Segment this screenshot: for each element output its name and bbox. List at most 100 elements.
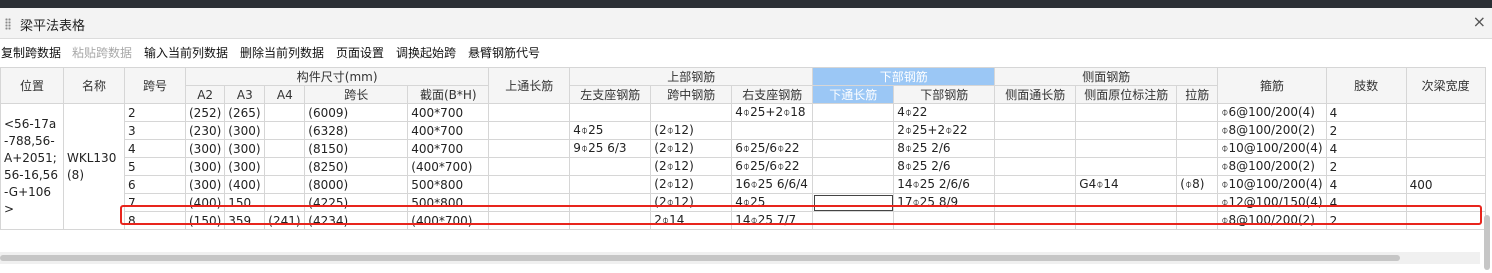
cell-secondary-width[interactable]	[1405, 103, 1486, 122]
cell-left-support[interactable]: 4⌽25	[569, 121, 652, 140]
cell-left-support[interactable]	[569, 193, 652, 212]
vertical-scroll-thumb[interactable]	[1484, 215, 1490, 270]
header-side-rebar[interactable]: 侧面钢筋	[994, 67, 1219, 86]
cell-secondary-width[interactable]	[1405, 139, 1486, 158]
cell-secondary-width[interactable]	[1405, 157, 1486, 176]
cell-a4[interactable]	[264, 139, 306, 158]
cell-a2[interactable]: (300)	[184, 175, 226, 194]
cell-top-through[interactable]	[488, 157, 571, 176]
header-a2[interactable]: A2	[184, 85, 226, 104]
cell-section[interactable]: 400*700	[407, 121, 490, 140]
cell-side-original[interactable]	[1075, 193, 1178, 212]
cell-span-length[interactable]: (8250)	[304, 157, 409, 176]
paste-span-data-button[interactable]: 粘贴跨数据	[72, 44, 132, 61]
cell-legs[interactable]: 4	[1325, 139, 1407, 158]
cell-span-length[interactable]: (6009)	[304, 103, 409, 122]
cell-right-support[interactable]: 6⌽25/6⌽22	[731, 157, 814, 176]
header-mid-span[interactable]: 跨中钢筋	[650, 85, 733, 104]
cell-mid-span[interactable]: (2⌽12)	[650, 175, 733, 194]
cell-legs[interactable]: 4	[1325, 175, 1407, 194]
cell-a3[interactable]: (400)	[224, 175, 266, 194]
swap-start-span-button[interactable]: 调换起始跨	[396, 44, 456, 61]
cell-a2[interactable]: (300)	[184, 139, 226, 158]
cell-position[interactable]: <56-17a-788,56-A+2051;56-16,56-G+106>	[0, 103, 64, 230]
cell-a4[interactable]	[264, 193, 306, 212]
cell-bottom-rebar[interactable]: 2⌽25+2⌽22	[893, 121, 996, 140]
cell-bottom-through-active[interactable]	[812, 193, 895, 212]
header-legs[interactable]: 肢数	[1325, 67, 1407, 104]
cell-top-through[interactable]	[488, 211, 571, 230]
header-side-original[interactable]: 侧面原位标注筋	[1075, 85, 1178, 104]
input-current-column-button[interactable]: 输入当前列数据	[144, 44, 228, 61]
cell-stirrup[interactable]: ⌽8@100/200(2)	[1217, 211, 1327, 230]
cell-bottom-through[interactable]	[812, 121, 895, 140]
cell-section[interactable]: 500*800	[407, 193, 490, 212]
header-side-through[interactable]: 侧面通长筋	[994, 85, 1077, 104]
cell-left-support[interactable]: 9⌽25 6/3	[569, 139, 652, 158]
cell-legs[interactable]: 2	[1325, 121, 1407, 140]
cell-name[interactable]: WKL130(8)	[63, 103, 125, 230]
cell-left-support[interactable]	[569, 175, 652, 194]
cell-mid-span[interactable]: 2⌽14	[650, 211, 733, 230]
cell-span-length[interactable]: (8150)	[304, 139, 409, 158]
cell-bottom-rebar[interactable]: 4⌽22	[893, 103, 996, 122]
cell-span[interactable]: 8	[124, 211, 186, 230]
cell-a4[interactable]	[264, 157, 306, 176]
cell-side-through[interactable]	[994, 211, 1077, 230]
cell-right-support[interactable]: 4⌽25	[731, 193, 814, 212]
drag-grip-icon[interactable]	[5, 18, 11, 30]
cell-right-support[interactable]: 14⌽25 7/7	[731, 211, 814, 230]
cell-left-support[interactable]	[569, 157, 652, 176]
cell-mid-span[interactable]: (2⌽12)	[650, 121, 733, 140]
cell-stirrup[interactable]: ⌽8@100/200(2)	[1217, 121, 1327, 140]
cell-span[interactable]: 6	[124, 175, 186, 194]
cell-side-original[interactable]	[1075, 103, 1178, 122]
cell-side-through[interactable]	[994, 193, 1077, 212]
header-bottom-rebar[interactable]: 下部钢筋	[812, 67, 996, 86]
cell-a3[interactable]: (300)	[224, 121, 266, 140]
cell-right-support[interactable]: 6⌽25/6⌽22	[731, 139, 814, 158]
cell-tie[interactable]	[1176, 103, 1219, 122]
cantilever-rebar-code-button[interactable]: 悬臂钢筋代号	[468, 44, 540, 61]
cell-tie[interactable]	[1176, 121, 1219, 140]
cell-legs[interactable]: 4	[1325, 193, 1407, 212]
page-setup-button[interactable]: 页面设置	[336, 44, 384, 61]
horizontal-scrollbar[interactable]	[0, 252, 1480, 264]
cell-bottom-through[interactable]	[812, 157, 895, 176]
cell-span[interactable]: 4	[124, 139, 186, 158]
cell-span-length[interactable]: (8000)	[304, 175, 409, 194]
cell-stirrup[interactable]: ⌽8@100/200(2)	[1217, 157, 1327, 176]
cell-a4[interactable]: (241)	[264, 211, 306, 230]
cell-bottom-through[interactable]	[812, 139, 895, 158]
cell-stirrup[interactable]: ⌽12@100/150(4)	[1217, 193, 1327, 212]
cell-mid-span[interactable]: (2⌽12)	[650, 139, 733, 158]
cell-span[interactable]: 3	[124, 121, 186, 140]
cell-section[interactable]: 400*700	[407, 139, 490, 158]
header-tie[interactable]: 拉筋	[1176, 85, 1219, 104]
cell-span[interactable]: 5	[124, 157, 186, 176]
header-bottom-through[interactable]: 下通长筋	[812, 85, 895, 104]
cell-side-original[interactable]	[1075, 121, 1178, 140]
cell-secondary-width[interactable]	[1405, 121, 1486, 140]
cell-top-through[interactable]	[488, 121, 571, 140]
horizontal-scroll-thumb[interactable]	[0, 255, 1400, 261]
cell-right-support[interactable]	[731, 121, 814, 140]
cell-legs[interactable]: 2	[1325, 157, 1407, 176]
cell-a3[interactable]: 150	[224, 193, 266, 212]
header-position[interactable]: 位置	[0, 67, 64, 104]
cell-a2[interactable]: (400)	[184, 193, 226, 212]
cell-tie[interactable]	[1176, 193, 1219, 212]
cell-stirrup[interactable]: ⌽10@100/200(4)	[1217, 139, 1327, 158]
cell-top-through[interactable]	[488, 193, 571, 212]
cell-top-through[interactable]	[488, 139, 571, 158]
header-stirrup[interactable]: 箍筋	[1217, 67, 1327, 104]
cell-legs[interactable]: 4	[1325, 103, 1407, 122]
cell-span[interactable]: 2	[124, 103, 186, 122]
cell-a4[interactable]	[264, 121, 306, 140]
cell-right-support[interactable]: 16⌽25 6/6/4	[731, 175, 814, 194]
cell-a4[interactable]	[264, 175, 306, 194]
cell-bottom-rebar[interactable]: 8⌽25 2/6	[893, 139, 996, 158]
cell-span[interactable]: 7	[124, 193, 186, 212]
cell-secondary-width[interactable]: 400	[1405, 175, 1486, 194]
cell-span-length[interactable]: (4225)	[304, 193, 409, 212]
